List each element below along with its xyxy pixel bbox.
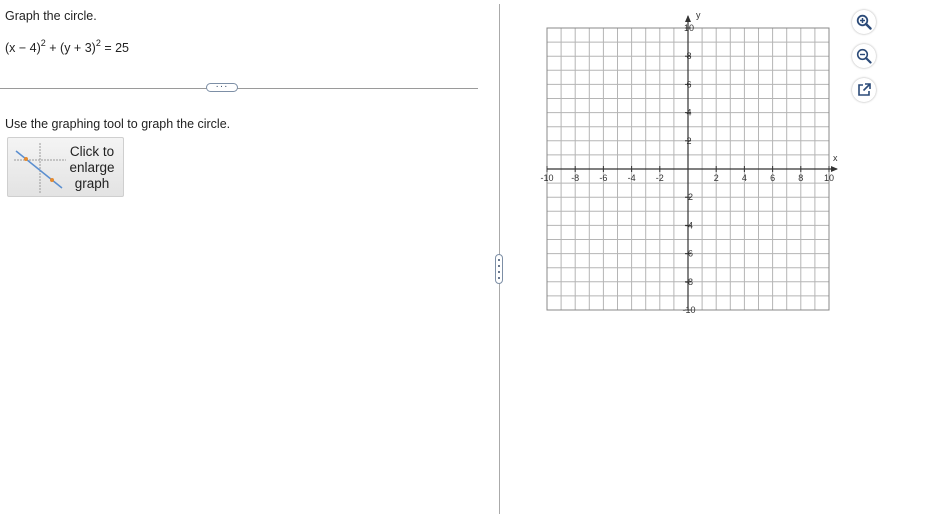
graph-thumbnail-icon [14, 143, 66, 193]
question-prompt: Graph the circle. [5, 9, 97, 23]
instruction-text: Use the graphing tool to graph the circl… [5, 117, 231, 131]
zoom-in-button[interactable] [852, 10, 876, 34]
question-pane: Graph the circle. (x − 4)2 + (y + 3)2 = … [0, 0, 480, 514]
y-tick-label: -4 [685, 220, 693, 230]
x-tick-label: 8 [798, 173, 803, 183]
x-axis-arrow-icon [831, 166, 838, 172]
equation-part-2: + (y + 3) [45, 41, 96, 55]
x-tick-label: -2 [656, 173, 664, 183]
y-tick-label: -2 [685, 192, 693, 202]
enlarge-label-line-1: Click to [69, 144, 115, 159]
equation-part-3: = 25 [100, 41, 129, 55]
x-tick-label: -8 [571, 173, 579, 183]
x-tick-label: 10 [824, 173, 834, 183]
x-tick-label: 6 [770, 173, 775, 183]
x-tick-label: -6 [599, 173, 607, 183]
zoom-out-button[interactable] [852, 44, 876, 68]
y-tick-label: 10 [684, 23, 694, 33]
equation-exponent-2: 2 [95, 37, 101, 48]
section-divider [0, 88, 478, 89]
y-tick-label: 8 [686, 51, 691, 61]
axes [547, 15, 838, 310]
zoom-in-icon [856, 14, 872, 30]
y-axis-arrow-icon [685, 15, 691, 22]
y-tick-label: -10 [682, 305, 695, 315]
y-tick-label: 6 [686, 79, 691, 89]
equation-exponent-1: 2 [40, 37, 46, 48]
enlarge-graph-label: Click to enlarge graph [66, 144, 118, 192]
popout-icon [858, 83, 871, 96]
enlarge-graph-button[interactable]: Click to enlarge graph [7, 137, 124, 197]
enlarge-label-line-3: graph [74, 176, 110, 191]
x-axis-label: x [833, 153, 838, 163]
enlarge-label-line-2: enlarge [69, 160, 115, 175]
circle-equation: (x − 4)2 + (y + 3)2 = 25 [5, 37, 129, 55]
x-tick-label: 4 [742, 173, 747, 183]
y-axis-label: y [696, 10, 701, 20]
graphing-area[interactable]: -10 -8 -6 -4 -2 2 4 6 8 10 10 8 6 4 2 -2 -4 -6 -8 -10 x y [530, 8, 850, 318]
zoom-out-icon [856, 48, 872, 64]
x-tick-label: -4 [628, 173, 636, 183]
x-tick-label: -10 [540, 173, 553, 183]
y-tick-label: 4 [686, 108, 691, 118]
equation-part-1: (x − 4) [5, 41, 41, 55]
y-tick-label: -8 [685, 277, 693, 287]
y-tick-label: 2 [686, 136, 691, 146]
popout-button[interactable] [852, 78, 876, 102]
expand-divider-button[interactable]: ··· [206, 82, 238, 92]
y-tick-label: -6 [685, 249, 693, 259]
pane-resize-handle[interactable] [495, 254, 503, 284]
x-tick-label: 2 [714, 173, 719, 183]
